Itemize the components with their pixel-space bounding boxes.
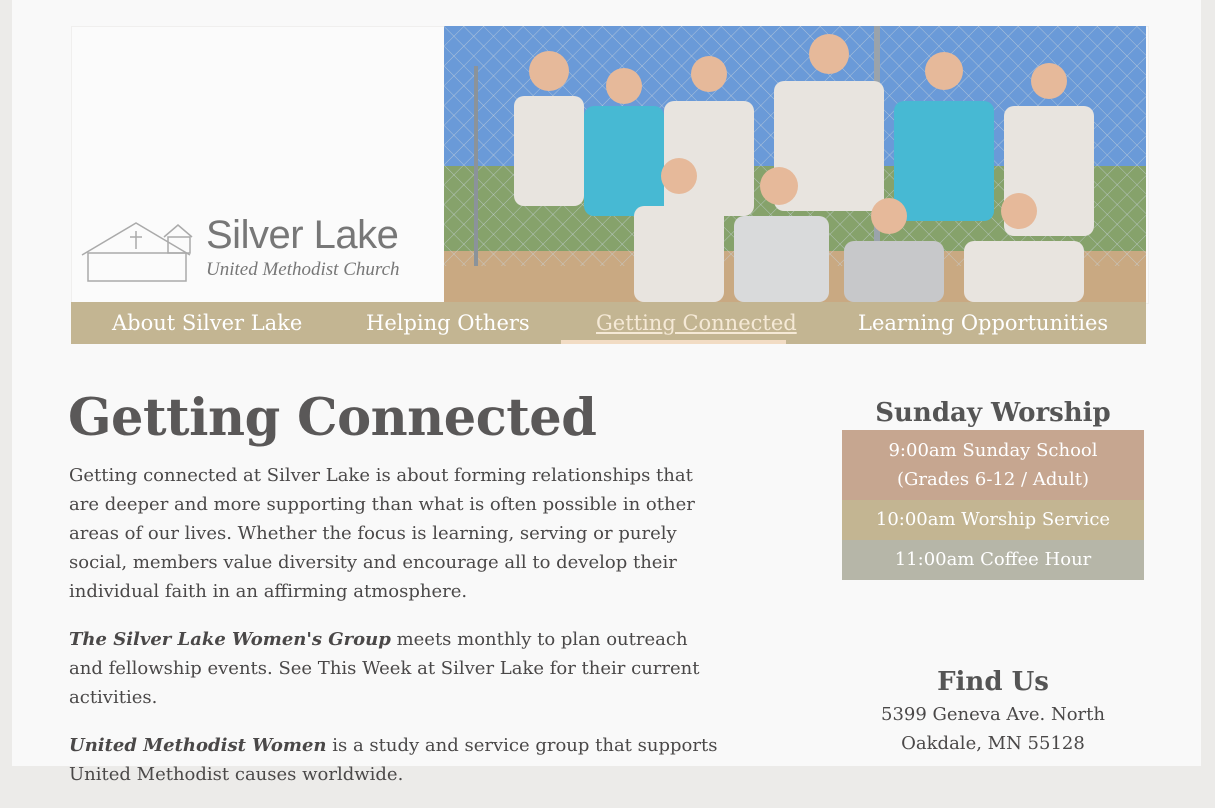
nav-active-indicator [561,340,786,344]
address-line: 5399 Geneva Ave. North [881,704,1105,725]
worship-title: Sunday Worship [875,398,1111,428]
intro-paragraph: Getting connected at Silver Lake is abou… [69,465,695,602]
service-time: 9:00am Sunday School [888,440,1098,461]
find-us: Find Us 5399 Geneva Ave. North Oakdale, … [842,664,1144,758]
group-paragraph: The Silver Lake Women's Group meets mont… [69,625,719,712]
address-line: Oakdale, MN 55128 [901,733,1085,754]
main-nav: About Silver Lake Helping Others Getting… [71,302,1146,344]
nav-helping-others[interactable]: Helping Others [366,302,530,344]
group-paragraph: United Methodist Women is a study and se… [69,731,719,789]
nav-about[interactable]: About Silver Lake [112,302,302,344]
service-coffee-hour: 11:00am Coffee Hour [842,540,1144,580]
nav-getting-connected[interactable]: Getting Connected [596,302,797,344]
nav-learning-opportunities[interactable]: Learning Opportunities [858,302,1108,344]
logo-name: Silver Lake [206,213,399,257]
find-us-title: Find Us [937,667,1049,697]
service-worship: 10:00am Worship Service [842,500,1144,540]
service-sunday-school: 9:00am Sunday School (Grades 6-12 / Adul… [842,430,1144,500]
group-photo-image [444,26,1146,302]
site-logo[interactable]: Silver Lake United Methodist Church [80,213,440,285]
group-name: United Methodist Women [69,735,327,756]
main-content: Getting connected at Silver Lake is abou… [69,461,719,808]
worship-sidebar: Sunday Worship 9:00am Sunday School (Gra… [842,396,1144,580]
service-detail: (Grades 6-12 / Adult) [897,469,1089,490]
page: Silver Lake United Methodist Church Abou… [12,0,1201,785]
church-icon [81,222,193,282]
logo-subtitle: United Methodist Church [206,259,400,280]
group-name: The Silver Lake Women's Group [69,629,391,650]
header-photo [444,26,1146,302]
page-title: Getting Connected [68,388,597,448]
